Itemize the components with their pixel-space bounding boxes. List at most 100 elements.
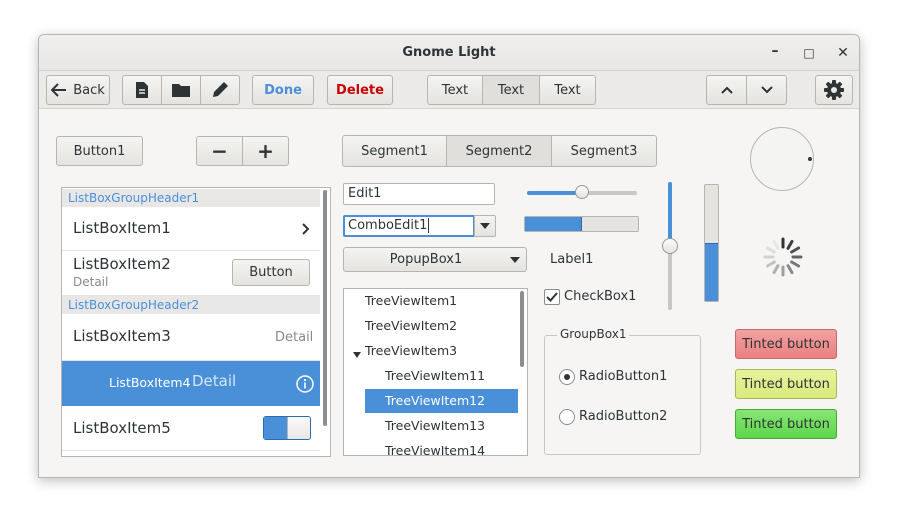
list-item-detail: Detail <box>192 372 237 390</box>
text-button-3[interactable]: Text <box>539 75 596 105</box>
list-group-header-1: ListBoxGroupHeader1 <box>62 189 320 207</box>
horizontal-progress-bar <box>524 216 639 232</box>
folder-icon <box>171 82 191 98</box>
text-button-1[interactable]: Text <box>427 75 483 105</box>
delete-button[interactable]: Delete <box>327 75 393 105</box>
list-box: ListBoxGroupHeader1 ListBoxItem1 ListBox… <box>61 187 331 457</box>
edit1-input[interactable]: Edit1 <box>343 183 495 205</box>
tinted-button-label: Tinted button <box>742 416 830 432</box>
slider-fill <box>527 191 582 195</box>
tree-item[interactable]: TreeViewItem1 <box>365 290 457 312</box>
list-item-switch[interactable] <box>263 416 311 440</box>
button1[interactable]: Button1 <box>56 136 143 166</box>
text-cursor <box>428 218 430 233</box>
tinted-button-green[interactable]: Tinted button <box>735 409 837 439</box>
segment-label: Segment3 <box>570 143 638 159</box>
vertical-progress-bar <box>704 184 719 302</box>
settings-button[interactable] <box>815 75 853 105</box>
list-item-3[interactable]: ListBoxItem3 Detail <box>62 314 320 361</box>
combo-dropdown-button[interactable] <box>474 215 496 237</box>
switch-on-fill <box>264 417 287 439</box>
list-item-5[interactable]: ListBoxItem5 <box>62 406 320 451</box>
info-icon[interactable] <box>296 375 314 397</box>
radio-button-1-label: RadioButton1 <box>579 369 668 384</box>
combo-edit-input[interactable]: ComboEdit1 <box>343 215 475 237</box>
vslider-thumb[interactable] <box>662 238 678 254</box>
tree-item[interactable]: TreeViewItem3 <box>365 340 457 362</box>
delete-label: Delete <box>336 82 384 98</box>
checkbox1[interactable] <box>544 289 560 305</box>
list-item-button[interactable]: Button <box>232 259 310 286</box>
text-button-2[interactable]: Text <box>482 75 540 105</box>
vprogress-fill <box>705 243 718 301</box>
segment-label: Segment1 <box>361 143 428 159</box>
radio-button-2-label: RadioButton2 <box>579 409 668 424</box>
list-item-title: ListBoxItem3 <box>73 327 171 345</box>
list-item-title: ListBoxItem2 <box>73 255 171 273</box>
checkbox1-label: CheckBox1 <box>564 289 637 304</box>
expander-open-icon[interactable] <box>353 347 361 362</box>
caret-down-icon <box>480 223 490 229</box>
slider-thumb[interactable] <box>575 185 589 199</box>
list-item-4-selected[interactable]: ListBoxItem4 Detail <box>62 361 320 406</box>
vertical-slider[interactable] <box>662 182 678 310</box>
caret-down-icon <box>510 257 520 263</box>
chevron-right-icon <box>301 223 310 239</box>
back-button[interactable]: Back <box>46 75 110 105</box>
list-item-button-label: Button <box>249 265 293 280</box>
treeview-scrollbar[interactable] <box>520 291 524 367</box>
new-document-button[interactable] <box>122 75 162 105</box>
segment-1[interactable]: Segment1 <box>342 135 447 167</box>
chevron-up-icon <box>720 85 734 95</box>
combo-edit-text: ComboEdit1 <box>348 218 428 233</box>
tree-view: TreeViewItem1 TreeViewItem2 TreeViewItem… <box>343 288 528 456</box>
list-group-header-2: ListBoxGroupHeader2 <box>62 296 320 314</box>
plus-icon: + <box>257 139 274 163</box>
tree-item[interactable]: TreeViewItem13 <box>385 415 485 437</box>
text-button-label: Text <box>554 82 581 98</box>
text-button-label: Text <box>441 82 469 98</box>
arrow-left-icon <box>51 83 67 97</box>
list-item-1[interactable]: ListBoxItem1 <box>62 207 320 251</box>
progress-fill <box>525 217 582 231</box>
tree-item[interactable]: TreeViewItem14 <box>385 440 485 455</box>
group-box: GroupBox1 RadioButton1 RadioButton2 <box>544 327 701 455</box>
segment-2[interactable]: Segment2 <box>446 135 552 167</box>
label1: Label1 <box>550 252 594 267</box>
done-label: Done <box>264 82 302 98</box>
list-item-title: ListBoxItem4 <box>109 375 191 390</box>
plus-button[interactable]: + <box>242 136 289 166</box>
minimize-button[interactable]: – <box>765 41 785 61</box>
tree-item-selected[interactable]: TreeViewItem12 <box>385 390 485 412</box>
segment-3[interactable]: Segment3 <box>551 135 657 167</box>
switch-thumb <box>287 417 310 439</box>
listbox-scrollbar[interactable] <box>323 190 327 426</box>
next-button[interactable] <box>746 75 787 105</box>
popup-box[interactable]: PopupBox1 <box>343 247 527 272</box>
done-button[interactable]: Done <box>252 75 314 105</box>
list-item-2[interactable]: ListBoxItem2 Detail Button <box>62 251 320 296</box>
gear-icon <box>824 80 844 100</box>
tinted-button-red[interactable]: Tinted button <box>735 329 837 359</box>
close-button[interactable]: ✕ <box>833 43 853 63</box>
segment-label: Segment2 <box>465 143 533 159</box>
list-item-detail: Detail <box>73 275 109 289</box>
rotary-dial[interactable] <box>750 127 814 191</box>
tree-item[interactable]: TreeViewItem11 <box>385 365 485 387</box>
horizontal-slider[interactable] <box>527 185 637 199</box>
window-title: Gnome Light <box>402 45 496 60</box>
radio-button-2[interactable] <box>559 409 575 425</box>
document-icon <box>135 81 149 99</box>
list-item-detail: Detail <box>275 330 314 345</box>
tree-item[interactable]: TreeViewItem2 <box>365 315 457 337</box>
title-bar: Gnome Light – □ ✕ <box>39 35 859 71</box>
maximize-button[interactable]: □ <box>799 43 819 63</box>
minus-button[interactable]: − <box>196 136 243 166</box>
tinted-button-yellow[interactable]: Tinted button <box>735 369 837 399</box>
radio-button-1[interactable] <box>559 369 575 385</box>
edit-button[interactable] <box>200 75 240 105</box>
open-folder-button[interactable] <box>161 75 201 105</box>
spinner-icon <box>759 233 807 281</box>
previous-button[interactable] <box>706 75 747 105</box>
list-item-title: ListBoxItem5 <box>73 419 171 437</box>
